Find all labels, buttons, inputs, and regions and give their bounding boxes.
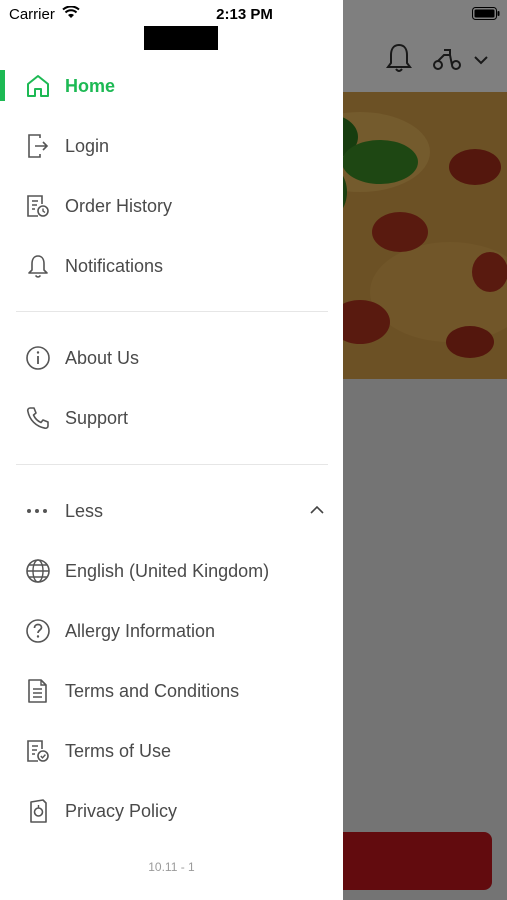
menu-item-label: Terms and Conditions: [65, 681, 240, 701]
info-icon: [24, 344, 52, 372]
menu-item-label: Order History: [65, 196, 173, 216]
menu-divider: [16, 311, 328, 312]
menu-item-login[interactable]: Login: [0, 116, 343, 176]
menu-item-about-us[interactable]: About Us: [0, 328, 343, 388]
menu-item-label: Privacy Policy: [65, 801, 178, 821]
side-drawer: Home Login Order History Notifications A…: [0, 0, 343, 900]
menu-item-allergy-information[interactable]: Allergy Information: [0, 601, 343, 661]
menu-item-label: Login: [65, 136, 110, 156]
order-history-icon: [24, 192, 52, 220]
globe-icon: [24, 557, 52, 585]
menu-toggle-less[interactable]: Less: [0, 481, 343, 541]
privacy-icon: [24, 797, 52, 825]
menu-item-label: Home: [65, 76, 116, 96]
menu-item-privacy-policy[interactable]: Privacy Policy: [0, 781, 343, 841]
menu-item-label: Support: [65, 408, 129, 428]
home-icon: [24, 72, 52, 100]
menu-item-support[interactable]: Support: [0, 388, 343, 448]
menu-item-order-history[interactable]: Order History: [0, 176, 343, 236]
menu-item-label: Notifications: [65, 256, 164, 276]
redacted-logo: [144, 26, 218, 50]
login-icon: [24, 132, 52, 160]
menu-item-language[interactable]: English (United Kingdom): [0, 541, 343, 601]
status-bar: Carrier 2:13 PM: [0, 0, 507, 28]
menu-item-label: About Us: [65, 348, 140, 368]
document-check-icon: [24, 737, 52, 765]
menu-item-label: Allergy Information: [65, 621, 216, 641]
menu-item-terms-of-use[interactable]: Terms of Use: [0, 721, 343, 781]
menu-item-label: English (United Kingdom): [65, 561, 270, 581]
menu-item-label: Less: [65, 501, 104, 521]
app-version: 10.11 - 1: [148, 860, 195, 874]
menu-item-home[interactable]: Home: [0, 56, 343, 116]
menu-item-label: Terms of Use: [65, 741, 172, 761]
menu-item-notifications[interactable]: Notifications: [0, 236, 343, 296]
phone-icon: [24, 404, 52, 432]
menu-divider: [16, 464, 328, 465]
chevron-up-icon: [310, 505, 324, 514]
more-dots-icon: [24, 497, 52, 525]
help-circle-icon: [24, 617, 52, 645]
menu-item-terms-and-conditions[interactable]: Terms and Conditions: [0, 661, 343, 721]
document-icon: [24, 677, 52, 705]
clock: 2:13 PM: [216, 6, 273, 23]
bell-icon: [24, 252, 52, 280]
battery-icon: [472, 7, 500, 20]
